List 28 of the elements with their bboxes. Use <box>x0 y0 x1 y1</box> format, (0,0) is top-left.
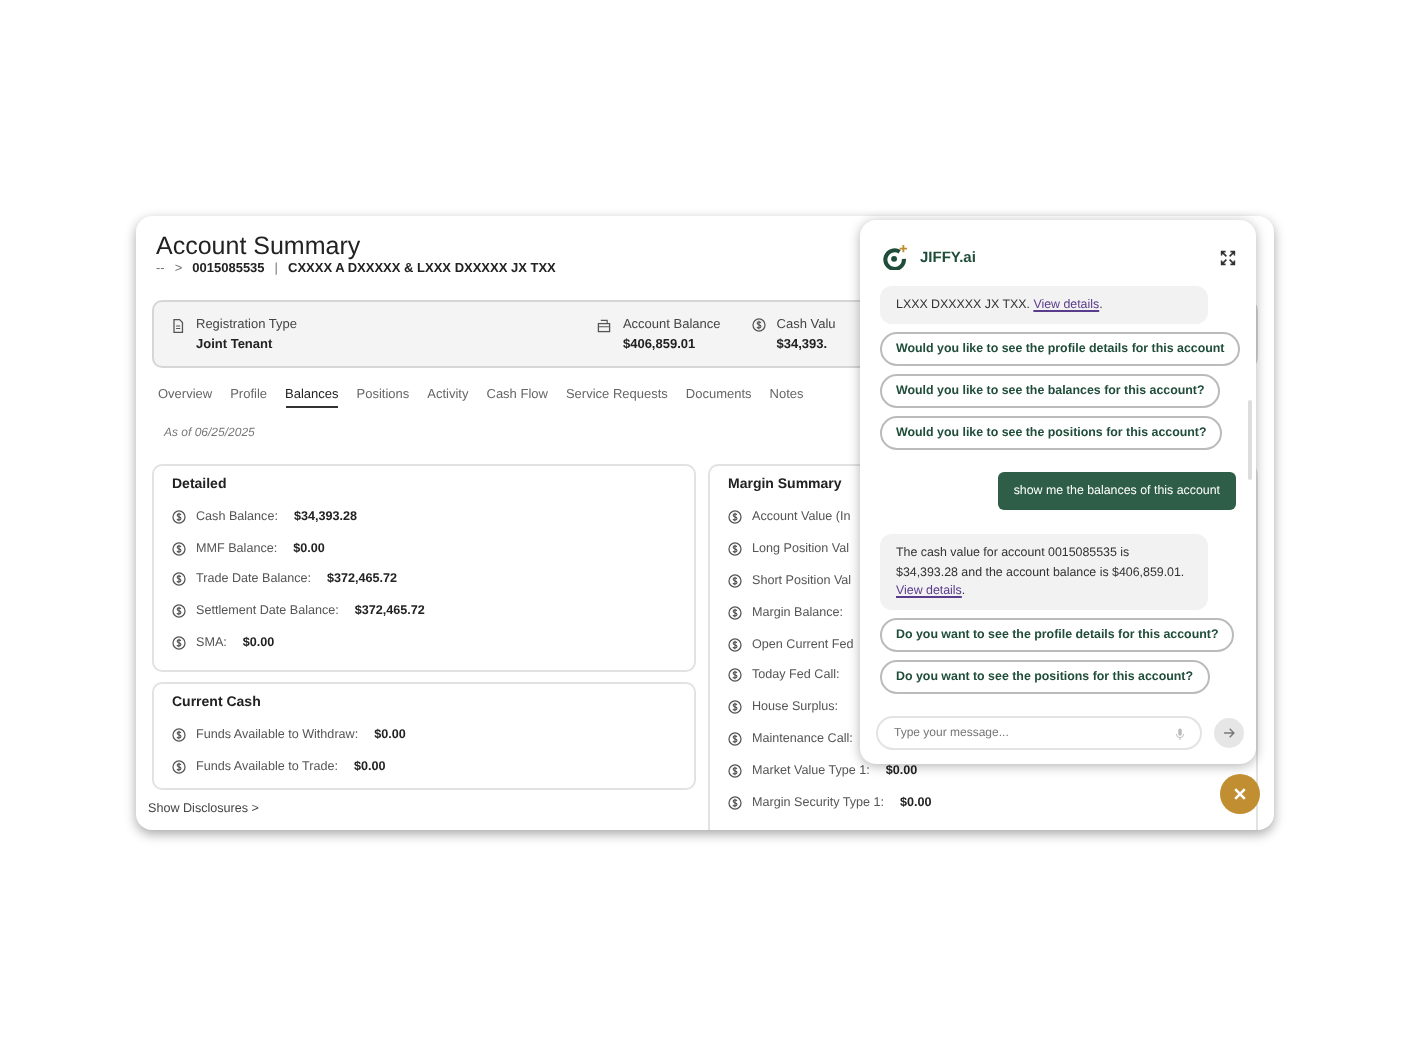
dollar-icon <box>728 731 742 746</box>
dollar-icon <box>728 795 742 810</box>
register-icon <box>596 317 613 333</box>
dollar-icon <box>728 510 742 525</box>
dollar-icon <box>172 572 186 587</box>
dollar-icon <box>752 317 767 331</box>
page-title: Account Summary <box>156 232 361 260</box>
scrollbar[interactable] <box>1248 400 1252 480</box>
dollar-icon <box>728 605 742 620</box>
dollar-icon <box>172 635 186 650</box>
dollar-icon <box>728 637 742 652</box>
microphone-icon[interactable] <box>1174 727 1186 739</box>
dollar-icon <box>172 541 186 556</box>
dollar-icon <box>728 763 742 778</box>
dollar-icon <box>172 604 186 619</box>
arrow-icon <box>1222 726 1236 740</box>
dollar-icon <box>728 573 742 588</box>
close-icon <box>1232 786 1248 802</box>
logo-icon <box>882 244 908 270</box>
dollar-icon <box>172 510 186 525</box>
dollar-icon <box>172 728 186 743</box>
dollar-icon <box>172 759 186 774</box>
dollar-icon <box>728 668 742 683</box>
dollar-icon <box>728 542 742 557</box>
expand-icon[interactable] <box>1220 249 1236 265</box>
send-button[interactable] <box>1214 718 1244 748</box>
dollar-icon <box>728 700 742 715</box>
document-icon <box>170 317 186 333</box>
